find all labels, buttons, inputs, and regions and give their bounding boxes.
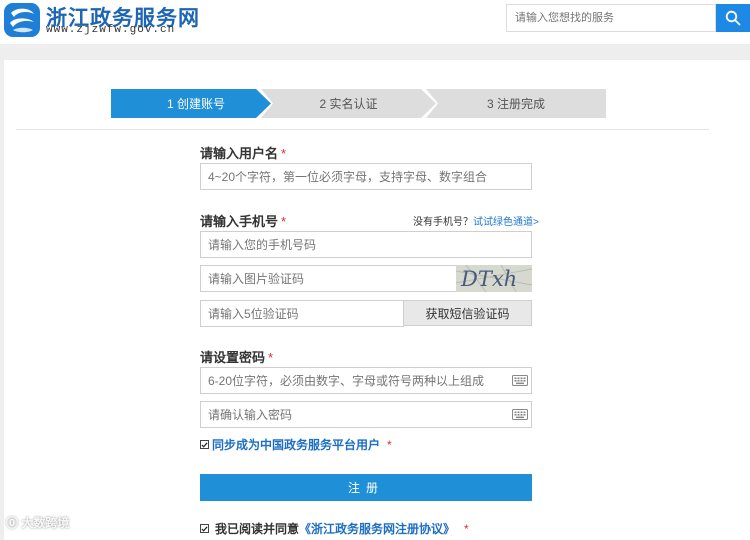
keyboard-icon[interactable] [512,409,528,420]
step-create-account: 1 创建账号 [111,89,271,118]
watermark-icon: ⓪ [6,516,22,530]
watermark-text: 大数跨境 [21,516,70,530]
agreement-checkbox[interactable] [200,524,209,533]
site-header: 浙江政务服务网 www.zjzwfw.gov.cn [0,0,750,44]
image-captcha-input[interactable] [200,265,457,292]
agreement-prefix: 我已阅读并同意 [215,522,300,536]
step-real-name: 2 实名认证 [261,89,436,118]
search-button[interactable] [716,4,750,32]
password-label-text: 请设置密码 [200,350,266,365]
required-mark: * [464,521,469,536]
phone-label: 请输入手机号 * [200,211,286,230]
phone-input[interactable] [200,231,532,258]
password-label: 请设置密码 * [200,347,273,366]
checkmark-icon [201,525,208,532]
checkmark-icon [201,441,208,448]
green-channel-link[interactable]: 试试绿色通道> [473,217,539,228]
username-input[interactable] [200,163,532,190]
username-label-text: 请输入用户名 [200,146,279,161]
watermark: ⓪ 大数跨境 [6,514,69,531]
register-button[interactable]: 注册 [200,474,532,501]
agreement-row: 我已阅读并同意 《浙江政务服务网注册协议》 * [200,520,469,537]
captcha-text: DTxh [460,267,517,291]
step-divider [16,129,709,130]
sync-platform-checkbox[interactable] [200,440,209,449]
password-input[interactable] [200,367,532,394]
no-phone-hint: 没有手机号？试试绿色通道> [413,213,539,228]
required-mark: * [281,214,287,229]
search-icon [725,10,741,26]
required-mark: * [387,437,392,452]
site-url: www.zjzwfw.gov.cn [46,24,176,36]
get-sms-code-button[interactable]: 获取短信验证码 [403,300,532,326]
site-logo-icon[interactable] [4,3,40,37]
phone-label-text: 请输入手机号 [200,214,279,229]
username-label: 请输入用户名 * [200,143,286,162]
step-indicator: 1 创建账号 2 实名认证 3 注册完成 [111,89,606,118]
sync-platform-label[interactable]: 同步成为中国政务服务平台用户 [212,436,380,453]
sync-platform-row: 同步成为中国政务服务平台用户 * [200,436,392,453]
search-input[interactable] [506,4,716,32]
required-mark: * [268,350,274,365]
required-mark: * [281,146,287,161]
agreement-link[interactable]: 《浙江政务服务网注册协议》 [299,520,455,537]
sms-code-input[interactable] [200,300,404,327]
no-phone-text: 没有手机号？ [413,217,473,228]
step-complete: 3 注册完成 [426,89,606,118]
confirm-password-input[interactable] [200,401,532,428]
keyboard-icon[interactable] [512,375,528,386]
captcha-image[interactable]: DTxh [456,265,532,292]
